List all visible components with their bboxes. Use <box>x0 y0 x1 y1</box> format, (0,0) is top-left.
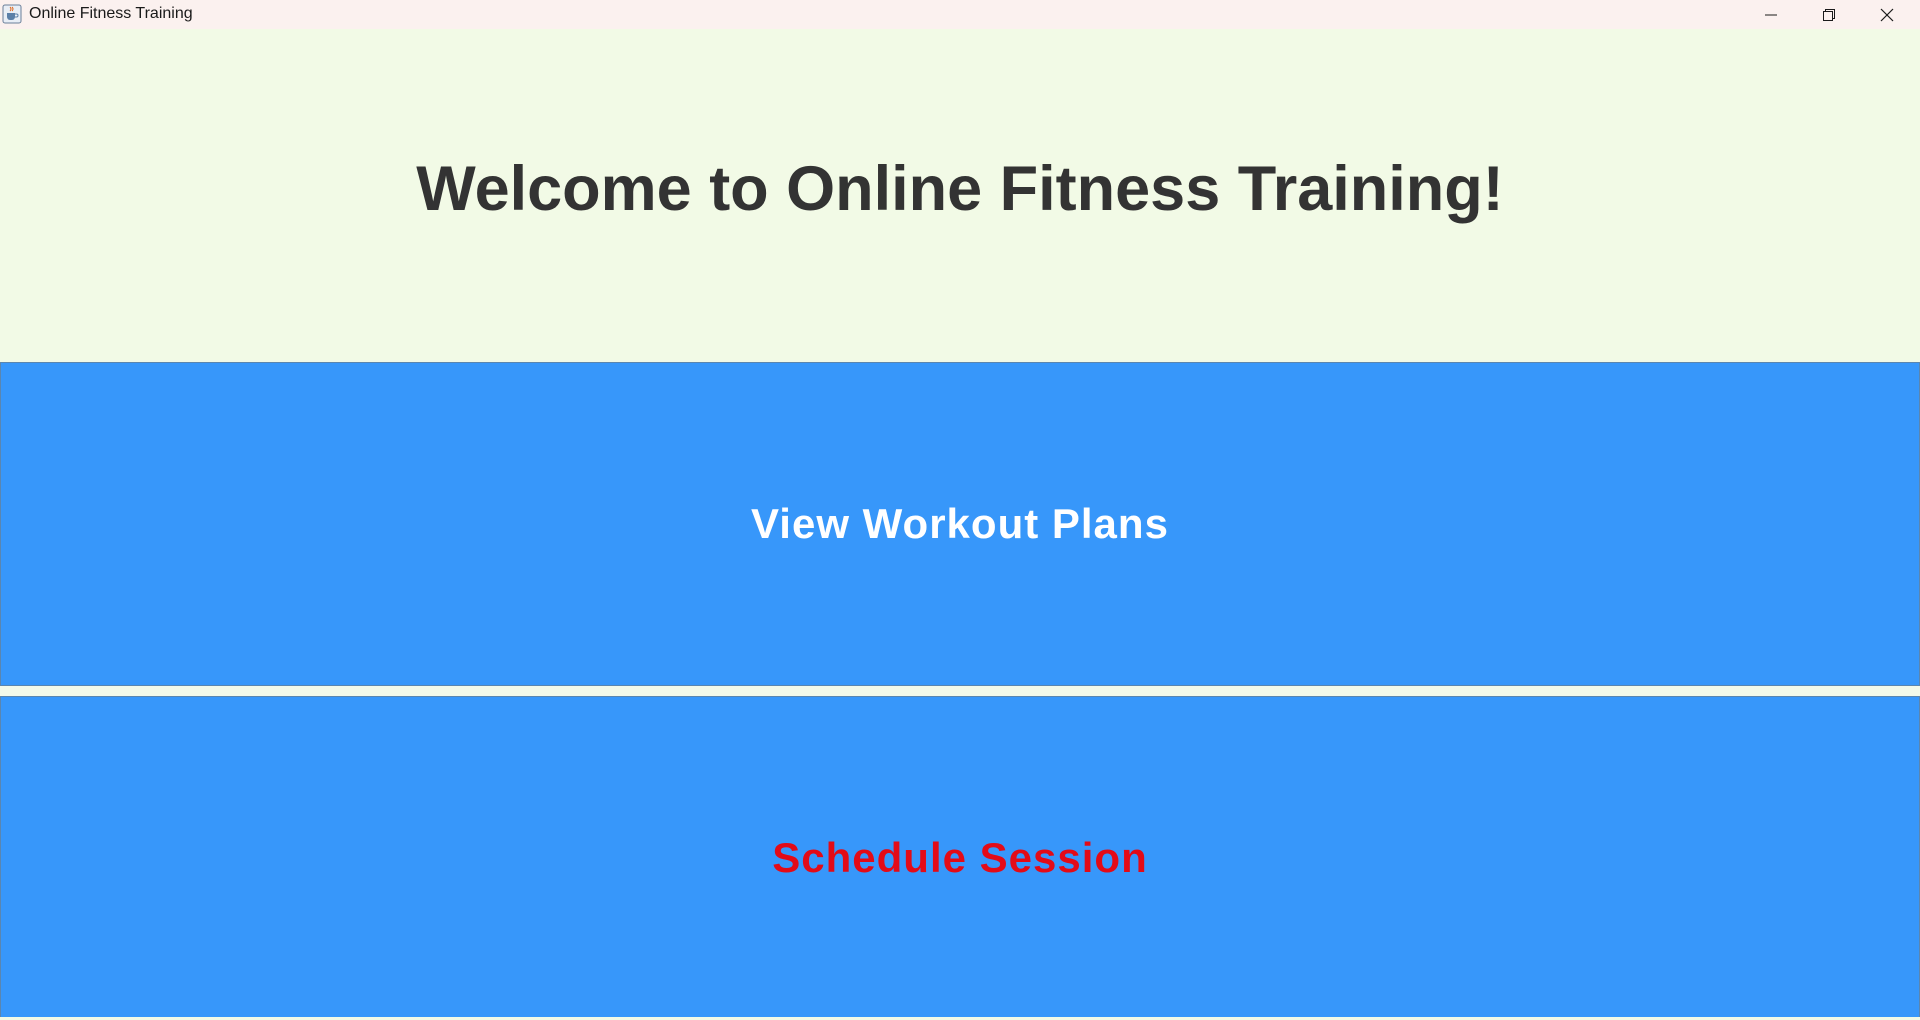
java-cup-icon <box>2 4 22 24</box>
schedule-session-label: Schedule Session <box>772 833 1148 881</box>
app-window: Online Fitness Training Welcome to Onlin… <box>0 0 1920 1020</box>
close-icon <box>1880 8 1894 22</box>
minimize-button[interactable] <box>1742 0 1800 29</box>
title-bar[interactable]: Online Fitness Training <box>0 0 1920 29</box>
close-button[interactable] <box>1858 0 1916 29</box>
maximize-button[interactable] <box>1800 0 1858 29</box>
window-title: Online Fitness Training <box>29 5 193 22</box>
view-workout-plans-label: View Workout Plans <box>751 500 1169 547</box>
minimize-icon <box>1764 8 1778 22</box>
schedule-session-button[interactable]: Schedule Session <box>0 696 1920 1019</box>
restore-icon <box>1822 8 1836 22</box>
page-title: Welcome to Online Fitness Training! <box>416 154 1504 224</box>
view-workout-plans-button[interactable]: View Workout Plans <box>0 362 1920 686</box>
